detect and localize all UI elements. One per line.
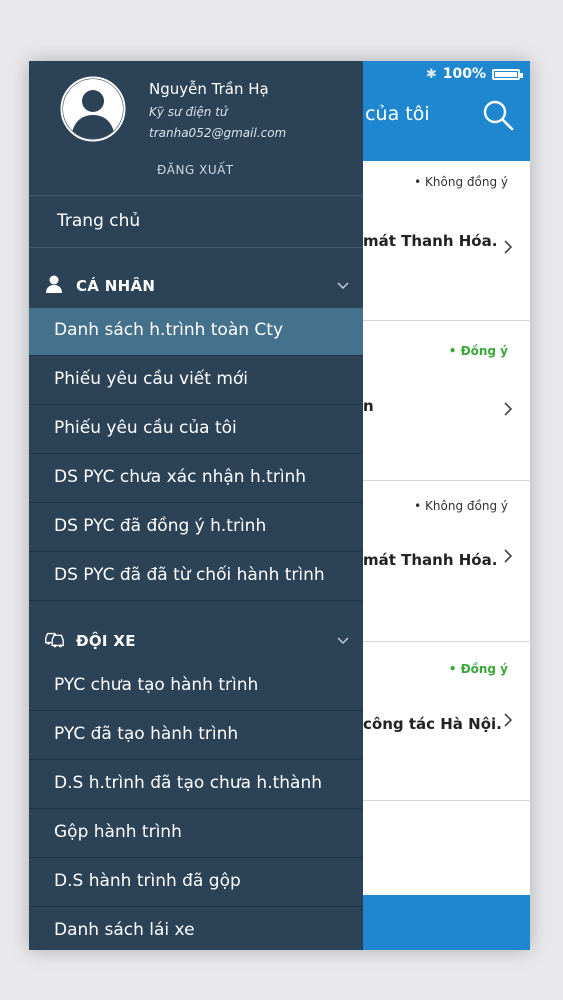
menu-item-label: D.S h.trình đã tạo chưa h.thành (54, 773, 322, 793)
divider (29, 195, 363, 196)
profile-header: Nguyễn Trần Hạ Kỹ sư điện tử tranha052@g… (29, 61, 363, 195)
request-summary: mát Thanh Hóa. (363, 232, 498, 250)
bluetooth-icon: ✱ (425, 66, 437, 82)
menu-item-my-requests[interactable]: Phiếu yêu cầu của tôi (29, 406, 363, 454)
status-bar: ✱ 100% (425, 66, 523, 82)
request-summary: mát Thanh Hóa. (363, 551, 498, 569)
menu-item-label: DS PYC đã đã từ chối hành trình (54, 565, 325, 585)
chevron-right-icon (504, 549, 513, 563)
menu-item-label: DS PYC đã đồng ý h.trình (54, 516, 267, 536)
cars-icon (45, 632, 64, 648)
chevron-down-icon[interactable] (337, 282, 349, 290)
menu-item-label: Danh sách lái xe (54, 920, 195, 940)
chevron-down-icon[interactable] (337, 637, 349, 645)
menu-item-label: Phiếu yêu cầu viết mới (54, 369, 249, 389)
status-badge: • Không đồng ý (414, 175, 508, 189)
menu-item-new-request[interactable]: Phiếu yêu cầu viết mới (29, 357, 363, 405)
menu-item-drivers[interactable]: Danh sách lái xe (29, 908, 363, 950)
phone-screen: ✱ 100% u của tôi • Không đồng ý mát Than… (29, 61, 530, 950)
menu-item-label: Danh sách h.trình toàn Cty (54, 320, 284, 340)
user-role: Kỹ sư điện tử (149, 105, 228, 119)
menu-item-company-trips[interactable]: Danh sách h.trình toàn Cty (29, 308, 363, 356)
menu-item-uncreated-trips[interactable]: PYC chưa tạo hành trình (29, 663, 363, 711)
avatar[interactable] (60, 76, 126, 142)
menu-item-rejected-requests[interactable]: DS PYC đã đã từ chối hành trình (29, 553, 363, 601)
section-header-fleet[interactable]: ĐỘI XE (29, 617, 363, 665)
logout-button[interactable]: ĐĂNG XUẤT (157, 163, 234, 177)
menu-item-merged-trips[interactable]: D.S hành trình đã gộp (29, 859, 363, 907)
menu-item-label: Phiếu yêu cầu của tôi (54, 418, 237, 438)
section-label: CÁ NHÂN (76, 277, 156, 295)
user-email: tranha052@gmail.com (149, 126, 287, 140)
menu-item-label: PYC đã tạo hành trình (54, 724, 239, 744)
user-name: Nguyễn Trần Hạ (149, 80, 269, 98)
menu-item-label: Trang chủ (57, 211, 141, 231)
section-header-personal[interactable]: CÁ NHÂN (29, 262, 363, 310)
section-label: ĐỘI XE (76, 632, 136, 650)
chevron-right-icon (504, 402, 513, 416)
request-summary: công tác Hà Nội. (363, 715, 502, 733)
battery-percent: 100% (442, 66, 486, 82)
person-icon (46, 275, 62, 293)
menu-item-merge-trips[interactable]: Gộp hành trình (29, 810, 363, 858)
status-badge: • Đồng ý (448, 344, 508, 358)
menu-item-approved-requests[interactable]: DS PYC đã đồng ý h.trình (29, 504, 363, 552)
menu-item-label: PYC chưa tạo hành trình (54, 675, 259, 695)
menu-item-label: DS PYC chưa xác nhận h.trình (54, 467, 307, 487)
menu-item-unfinished-trips[interactable]: D.S h.trình đã tạo chưa h.thành (29, 761, 363, 809)
navigation-drawer: Nguyễn Trần Hạ Kỹ sư điện tử tranha052@g… (29, 61, 363, 950)
status-badge: • Đồng ý (448, 662, 508, 676)
chevron-right-icon (504, 713, 513, 727)
request-summary: n (363, 397, 374, 415)
divider (29, 247, 363, 248)
search-icon[interactable] (481, 98, 515, 132)
menu-item-created-trips[interactable]: PYC đã tạo hành trình (29, 712, 363, 760)
status-badge: • Không đồng ý (414, 499, 508, 513)
chevron-right-icon (504, 240, 513, 254)
menu-item-label: D.S hành trình đã gộp (54, 871, 241, 891)
menu-item-unconfirmed-requests[interactable]: DS PYC chưa xác nhận h.trình (29, 455, 363, 503)
menu-item-home[interactable]: Trang chủ (29, 197, 363, 247)
battery-icon (492, 68, 523, 80)
menu-item-label: Gộp hành trình (54, 822, 182, 842)
